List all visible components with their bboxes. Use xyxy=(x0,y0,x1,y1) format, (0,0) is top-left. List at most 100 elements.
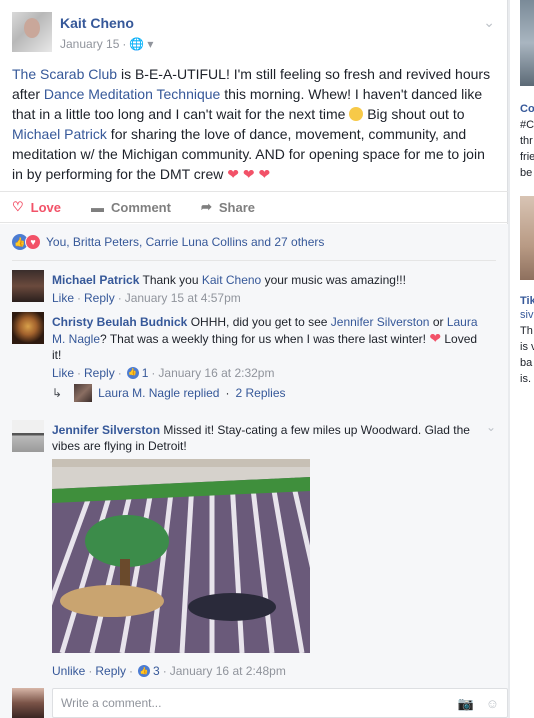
post-options-chevron-icon[interactable]: ⌄ xyxy=(483,14,495,31)
post-body: The Scarab Club is B-E-A-UTIFUL! I'm sti… xyxy=(12,64,494,184)
meta-dot: · xyxy=(117,366,122,380)
suggested-title-2[interactable]: Tik xyxy=(520,294,534,309)
comment-button[interactable]: ▬ Comment xyxy=(91,200,171,215)
view-replies[interactable]: ↳ Laura M. Nagle replied · 2 Replies xyxy=(52,384,286,402)
post-author-name[interactable]: Kait Cheno xyxy=(60,15,134,31)
comment-meta: Unlike · Reply · 👍 3 · January 16 at 2:4… xyxy=(52,664,286,678)
globe-icon[interactable]: 🌐 xyxy=(129,37,144,51)
camera-icon[interactable]: 📷 xyxy=(458,696,474,712)
reactions-summary[interactable]: 👍 ♥ You, Britta Peters, Carrie Luna Coll… xyxy=(12,234,324,250)
post-date[interactable]: January 15 xyxy=(60,37,119,51)
write-comment-row: Write a comment... 📷 ☺ xyxy=(12,688,508,718)
love-reaction-icon: ♥ xyxy=(25,234,41,250)
meta-dot: · xyxy=(122,37,127,51)
replied-text[interactable]: Laura M. Nagle replied xyxy=(98,386,219,400)
reply-arrow-icon: ↳ xyxy=(52,386,63,400)
comment-jennifer-meta: Unlike · Reply · 👍 3 · January 16 at 2:4… xyxy=(12,664,496,684)
divider xyxy=(12,260,496,261)
comment-attached-image[interactable] xyxy=(52,459,310,653)
reactions-text[interactable]: You, Britta Peters, Carrie Luna Collins … xyxy=(46,235,324,249)
right-column: Co #C thr frie be Tik siv Th is v ba is. xyxy=(510,0,534,718)
suggested-text: Th xyxy=(520,325,533,337)
post-actions-bar: ♡ Love ▬ Comment ➦ Share xyxy=(0,191,508,223)
meta-dot: · xyxy=(162,664,167,678)
meta-dot: · xyxy=(77,366,82,380)
avatar[interactable] xyxy=(12,270,44,302)
replies-count[interactable]: 2 Replies xyxy=(235,386,285,400)
comment-placeholder: Write a comment... xyxy=(61,696,162,710)
comment-meta: Like · Reply · January 15 at 4:57pm xyxy=(52,290,482,306)
reply-link[interactable]: Reply xyxy=(95,664,126,678)
comment-text: Thank you xyxy=(139,273,202,287)
reply-link[interactable]: Reply xyxy=(84,290,115,306)
speech-bubble-icon: ▬ xyxy=(91,199,104,215)
post-text-3: Big shout out to xyxy=(363,106,465,122)
avatar xyxy=(12,688,44,718)
comment-michael: Michael Patrick Thank you Kait Cheno you… xyxy=(12,270,496,310)
like-count-icon: 👍 xyxy=(138,665,151,677)
comment-meta: Like · Reply · 👍 1 · January 16 at 2:32p… xyxy=(52,365,482,381)
love-button[interactable]: ♡ Love xyxy=(12,199,61,215)
suggested-text: frie xyxy=(520,151,534,163)
like-link[interactable]: Like xyxy=(52,365,74,381)
comment-author[interactable]: Jennifer Silverston xyxy=(52,423,160,437)
like-count-icon: 👍 xyxy=(126,367,139,379)
reply-link[interactable]: Reply xyxy=(84,365,115,381)
author-avatar[interactable] xyxy=(12,12,52,52)
comments-section: 👍 ♥ You, Britta Peters, Carrie Luna Coll… xyxy=(0,224,508,718)
avatar[interactable] xyxy=(12,420,44,452)
comment-text-after: ? That was a weekly thing for us when I … xyxy=(100,332,430,346)
comment-input-icons: 📷 ☺ xyxy=(458,696,499,712)
comment-input[interactable]: Write a comment... 📷 ☺ xyxy=(52,688,508,718)
mention-kait-cheno[interactable]: Kait Cheno xyxy=(202,273,261,287)
avatar[interactable] xyxy=(12,312,44,344)
comment-text: OHHH, did you get to see xyxy=(187,315,331,329)
avatar xyxy=(74,384,93,402)
suggested-title[interactable]: Co xyxy=(520,102,534,117)
emoji-icon[interactable]: ☺ xyxy=(486,696,499,712)
comment-time[interactable]: January 15 at 4:57pm xyxy=(125,290,241,306)
suggested-text: #C xyxy=(520,119,534,131)
like-count[interactable]: 3 xyxy=(153,664,160,678)
post-header: Kait Cheno January 15 · 🌐 ▾ ⌄ xyxy=(0,0,507,62)
post-meta: January 15 · 🌐 ▾ xyxy=(60,37,153,51)
suggested-text: is v xyxy=(520,341,534,353)
comment-text-mid: or xyxy=(429,315,447,329)
mention-dance-meditation[interactable]: Dance Meditation Technique xyxy=(44,86,220,102)
meta-dot: · xyxy=(151,366,156,380)
comment-body: Jennifer Silverston Missed it! Stay-cati… xyxy=(52,422,472,454)
meta-dot: · xyxy=(88,664,93,678)
comment-label: Comment xyxy=(111,199,171,215)
like-count[interactable]: 1 xyxy=(142,365,149,381)
meta-dot: · xyxy=(117,291,122,305)
painting-image xyxy=(52,459,310,653)
meta-dot: · xyxy=(129,664,134,678)
suggested-text: ba xyxy=(520,357,533,369)
heart-emoji-icon: ❤ xyxy=(429,330,442,346)
comment-author[interactable]: Christy Beulah Budnick xyxy=(52,315,187,329)
share-arrow-icon: ➦ xyxy=(200,199,212,214)
suggested-text: is. xyxy=(520,373,531,385)
smile-emoji-icon xyxy=(349,107,364,121)
comment-text-end: your music was amazing!!! xyxy=(261,273,406,287)
heart-outline-icon: ♡ xyxy=(12,199,24,214)
love-label: Love xyxy=(30,199,61,215)
share-button[interactable]: ➦ Share xyxy=(201,199,255,215)
suggested-image[interactable] xyxy=(520,0,534,86)
mention-jennifer-silverston[interactable]: Jennifer Silverston xyxy=(331,315,430,329)
comment-body: Michael Patrick Thank you Kait Cheno you… xyxy=(52,272,482,306)
meta-dot: · xyxy=(77,291,82,305)
suggested-text: thr xyxy=(520,135,533,147)
comment-time[interactable]: January 16 at 2:32pm xyxy=(158,365,274,381)
like-link[interactable]: Like xyxy=(52,290,74,306)
comment-body: Christy Beulah Budnick OHHH, did you get… xyxy=(52,314,482,381)
comment-author[interactable]: Michael Patrick xyxy=(52,273,139,287)
unlike-link[interactable]: Unlike xyxy=(52,664,85,678)
comment-options-chevron-icon[interactable]: ⌄ xyxy=(486,420,496,434)
meta-dot: · xyxy=(225,386,230,400)
mention-michael-patrick[interactable]: Michael Patrick xyxy=(12,126,107,142)
comment-time[interactable]: January 16 at 2:48pm xyxy=(170,664,286,678)
mention-scarab-club[interactable]: The Scarab Club xyxy=(12,66,117,82)
audience-chevron-icon[interactable]: ▾ xyxy=(147,37,153,51)
suggested-image-2[interactable] xyxy=(520,196,534,280)
